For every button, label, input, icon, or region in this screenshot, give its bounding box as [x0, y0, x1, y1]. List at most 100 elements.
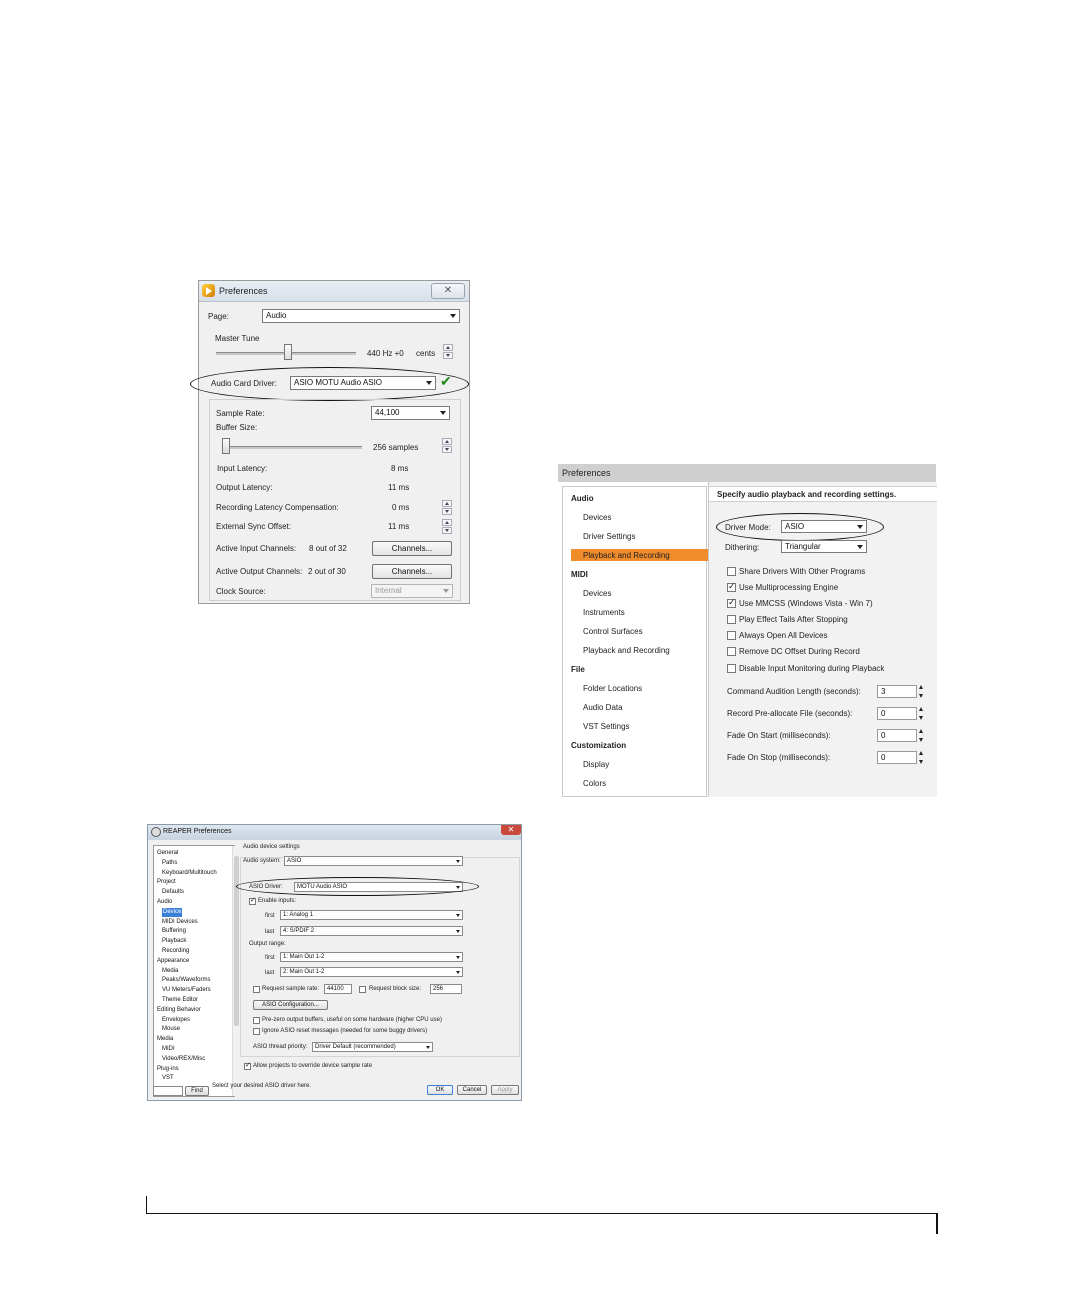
option-checkbox[interactable]: [727, 615, 736, 624]
apply-button[interactable]: Apply: [491, 1085, 519, 1095]
sidebar-item[interactable]: Control Surfaces: [583, 627, 643, 636]
output-channels-button[interactable]: Channels...: [372, 564, 452, 579]
clock-select[interactable]: Internal: [371, 584, 453, 598]
cancel-button[interactable]: Cancel: [457, 1085, 487, 1095]
sidebar-item[interactable]: Playback and Recording: [583, 646, 670, 655]
tune-spinner[interactable]: [443, 344, 453, 360]
request-rate-input[interactable]: 44100: [324, 984, 352, 994]
numeric-input[interactable]: 0: [877, 751, 917, 764]
stepper-icon[interactable]: [919, 729, 924, 742]
rec-comp-value: 0 ms: [392, 503, 410, 512]
tune-value: 440 Hz +0: [367, 349, 404, 358]
tree-item[interactable]: Defaults: [162, 888, 184, 897]
tree-category[interactable]: Media: [157, 1035, 173, 1044]
find-button[interactable]: Find: [185, 1086, 209, 1096]
stepper-icon[interactable]: [919, 751, 924, 764]
field-label: Record Pre-allocate File (seconds):: [727, 709, 853, 718]
buffer-spinner[interactable]: [442, 438, 452, 454]
sample-rate-select[interactable]: 44,100: [371, 406, 450, 420]
category-tree: General Paths Keyboard/Multitouch Project De…: [153, 845, 240, 1097]
output-first-select[interactable]: 1: Main Out 1-2: [280, 952, 463, 962]
audio-system-select[interactable]: ASIO: [284, 856, 463, 866]
sidebar-category[interactable]: File: [571, 665, 585, 674]
request-block-checkbox[interactable]: [359, 986, 366, 993]
output-last-select[interactable]: 2: Main Out 1-2: [280, 967, 463, 977]
option-checkbox[interactable]: [727, 631, 736, 640]
sidebar-category[interactable]: Customization: [571, 741, 626, 750]
sidebar-item[interactable]: Driver Settings: [583, 532, 635, 541]
sidebar-item[interactable]: Folder Locations: [583, 684, 642, 693]
tree-item[interactable]: VST: [162, 1074, 174, 1083]
request-rate-checkbox[interactable]: [253, 986, 260, 993]
chevron-down-icon: [456, 956, 460, 959]
numeric-input[interactable]: 0: [877, 707, 917, 720]
tree-item[interactable]: Mouse: [162, 1025, 180, 1034]
stepper-icon[interactable]: [919, 685, 924, 698]
sidebar-item[interactable]: Devices: [583, 589, 611, 598]
sidebar-item[interactable]: VST Settings: [583, 722, 630, 731]
field-label: Command Audition Length (seconds):: [727, 687, 861, 696]
sidebar-item[interactable]: Playback and Recording: [583, 551, 670, 560]
stepper-icon[interactable]: [919, 707, 924, 720]
ext-sync-spinner[interactable]: [442, 519, 452, 535]
tree-category[interactable]: Appearance: [157, 957, 189, 966]
enable-inputs-checkbox[interactable]: [249, 896, 256, 905]
tree-category[interactable]: Plug-ins: [157, 1065, 179, 1074]
option-checkbox[interactable]: [727, 567, 736, 576]
tree-item[interactable]: Keyboard/Multitouch: [162, 869, 217, 878]
sidebar-item[interactable]: Audio Data: [583, 703, 623, 712]
tree-item[interactable]: Theme Editor: [162, 996, 198, 1005]
tree-item[interactable]: Media: [162, 967, 178, 976]
tree-category[interactable]: Editing Behavior: [157, 1006, 201, 1015]
sidebar-category[interactable]: MIDI: [571, 570, 588, 579]
tree-item[interactable]: Buffering: [162, 927, 186, 936]
find-input[interactable]: [153, 1086, 183, 1096]
allow-projects-checkbox[interactable]: [244, 1061, 251, 1070]
close-icon[interactable]: ✕: [431, 283, 465, 299]
tree-item[interactable]: Recording: [162, 947, 189, 956]
request-block-input[interactable]: 256: [430, 984, 462, 994]
prezero-checkbox[interactable]: [253, 1017, 260, 1024]
tree-item[interactable]: MIDI Devices: [162, 918, 198, 927]
option-checkbox[interactable]: [727, 664, 736, 673]
tree-category[interactable]: Audio: [157, 898, 172, 907]
sidebar-item[interactable]: Instruments: [583, 608, 625, 617]
close-icon[interactable]: ✕: [501, 825, 521, 835]
input-first-select[interactable]: 1: Analog 1: [280, 910, 463, 920]
dithering-select[interactable]: Triangular: [781, 540, 867, 553]
page-select[interactable]: Audio: [262, 309, 460, 323]
numeric-input[interactable]: 3: [877, 685, 917, 698]
tree-item[interactable]: Peaks/Waveforms: [162, 976, 210, 985]
buffer-value: 256 samples: [373, 443, 419, 452]
input-last-select[interactable]: 4: S/PDIF 2: [280, 926, 463, 936]
sidebar-category[interactable]: Audio: [571, 494, 594, 503]
option-label: Remove DC Offset During Record: [739, 647, 860, 656]
asio-configuration-button[interactable]: ASIO Configuration...: [253, 1000, 328, 1010]
input-channels-button[interactable]: Channels...: [372, 541, 452, 556]
sidebar-item[interactable]: Display: [583, 760, 609, 769]
tree-item[interactable]: Video/REX/Misc: [162, 1055, 205, 1064]
ok-button[interactable]: OK: [427, 1085, 453, 1095]
buffer-slider[interactable]: [222, 438, 230, 454]
tree-item[interactable]: VU Meters/Faders: [162, 986, 211, 995]
scrollbar-thumb[interactable]: [234, 856, 239, 1026]
tree-item[interactable]: Device: [162, 907, 183, 917]
sidebar-item[interactable]: Colors: [583, 779, 606, 788]
tree-item[interactable]: Envelopes: [162, 1016, 190, 1025]
sidebar-item[interactable]: Devices: [583, 513, 611, 522]
tree-item[interactable]: Paths: [162, 859, 177, 868]
master-tune-slider[interactable]: [284, 344, 292, 360]
thread-priority-value: Driver Default (recommended): [315, 1044, 396, 1050]
option-checkbox[interactable]: [727, 647, 736, 656]
option-checkbox[interactable]: [727, 597, 736, 608]
tree-item[interactable]: Playback: [162, 937, 186, 946]
tree-item[interactable]: MIDI: [162, 1045, 175, 1054]
rec-comp-spinner[interactable]: [442, 500, 452, 516]
ignore-reset-checkbox[interactable]: [253, 1028, 260, 1035]
option-checkbox[interactable]: [727, 581, 736, 592]
thread-priority-select[interactable]: Driver Default (recommended): [312, 1042, 433, 1052]
numeric-input[interactable]: 0: [877, 729, 917, 742]
tree-category[interactable]: General: [157, 849, 178, 858]
audio-system-label: Audio system:: [243, 858, 281, 864]
tree-category[interactable]: Project: [157, 878, 176, 887]
